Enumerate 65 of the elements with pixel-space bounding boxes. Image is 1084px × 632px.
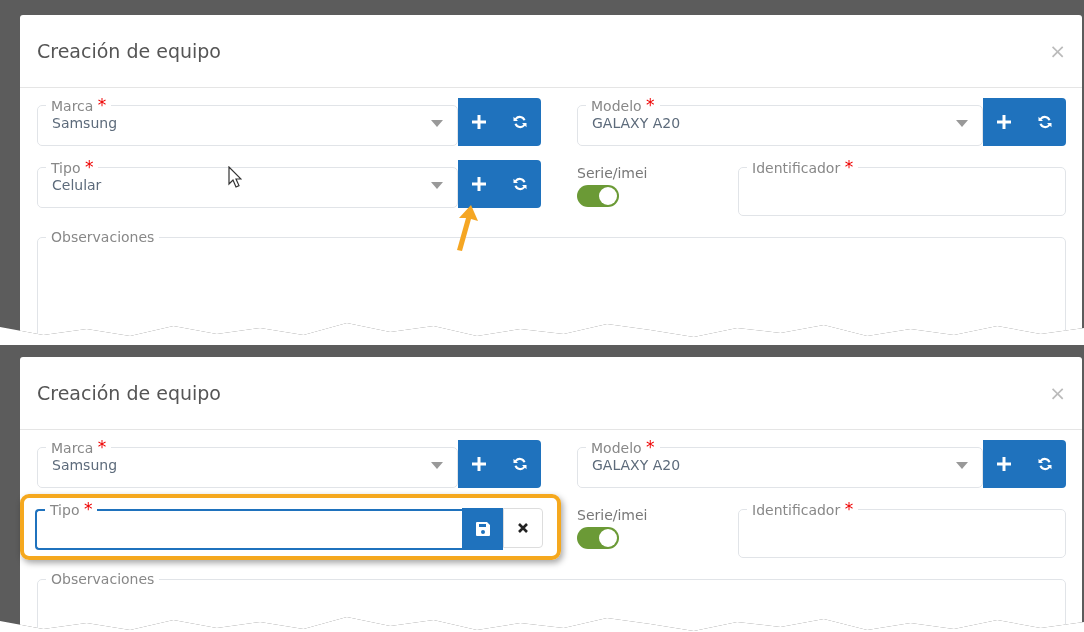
dropdown-field[interactable]: Marca * Samsung — [37, 98, 458, 146]
close-icon — [517, 522, 529, 534]
toggle-switch[interactable] — [577, 527, 619, 549]
toggle-label: Serie/imei — [577, 165, 649, 181]
refresh-button[interactable] — [499, 160, 541, 208]
save-button[interactable] — [462, 508, 503, 550]
caret-icon — [431, 119, 443, 127]
refresh-icon — [512, 114, 529, 130]
field-label: Identificador — [752, 160, 841, 176]
refresh-icon — [1037, 456, 1054, 472]
field-value: GALAXY A20 — [592, 457, 682, 473]
field-value: Celular — [52, 177, 103, 193]
add-button[interactable] — [458, 440, 500, 488]
plus-icon — [471, 457, 486, 471]
plus-icon — [996, 115, 1011, 129]
toggle-label: Serie/imei — [577, 507, 649, 523]
field-label: Observaciones — [51, 229, 155, 245]
input-field[interactable]: Tipo * — [35, 502, 462, 550]
required-mark: * — [646, 95, 655, 115]
save-icon — [475, 522, 490, 536]
field-label: Identificador — [752, 502, 841, 518]
toggle-switch[interactable] — [577, 185, 619, 207]
required-mark: * — [844, 499, 854, 519]
modal-title: Creación de equipo — [37, 40, 221, 62]
caret-icon — [431, 181, 443, 189]
field-label: Observaciones — [51, 571, 155, 587]
refresh-button[interactable] — [499, 440, 541, 488]
input-field[interactable]: Identificador * — [738, 502, 1066, 558]
refresh-button[interactable] — [499, 98, 541, 146]
add-button[interactable] — [458, 98, 500, 146]
modal-title: Creación de equipo — [37, 382, 221, 404]
refresh-icon — [512, 176, 529, 192]
required-mark: * — [84, 157, 94, 177]
add-button[interactable] — [983, 440, 1025, 488]
plus-icon — [996, 457, 1011, 471]
refresh-button[interactable] — [1024, 440, 1066, 488]
caret-icon — [431, 461, 443, 469]
field-label: Tipo — [50, 502, 80, 518]
add-button[interactable] — [458, 160, 500, 208]
field-label: Tipo — [51, 160, 81, 176]
required-mark: * — [97, 437, 107, 457]
refresh-icon — [512, 456, 529, 472]
caret-icon — [956, 119, 968, 127]
refresh-button[interactable] — [1024, 98, 1066, 146]
field-value: Samsung — [52, 457, 119, 473]
field-label: Marca — [51, 98, 94, 114]
required-mark: * — [844, 157, 854, 177]
refresh-icon — [1037, 114, 1054, 130]
add-button[interactable] — [983, 98, 1025, 146]
field-value: GALAXY A20 — [592, 115, 682, 131]
dropdown-field[interactable]: Marca * Samsung — [37, 440, 458, 488]
plus-icon — [471, 115, 486, 129]
required-mark: * — [97, 95, 107, 115]
field-label: Marca — [51, 440, 94, 456]
cancel-button[interactable] — [503, 508, 543, 548]
field-label: Modelo — [591, 98, 642, 114]
dropdown-field[interactable]: Modelo * GALAXY A20 — [577, 98, 983, 146]
required-mark: * — [646, 437, 655, 457]
dropdown-field[interactable]: Modelo * GALAXY A20 — [577, 440, 983, 488]
field-label: Modelo — [591, 440, 642, 456]
caret-icon — [956, 461, 968, 469]
plus-icon — [471, 177, 486, 191]
required-mark: * — [83, 499, 93, 519]
input-field[interactable]: Identificador * — [738, 160, 1066, 216]
field-value: Samsung — [52, 115, 119, 131]
